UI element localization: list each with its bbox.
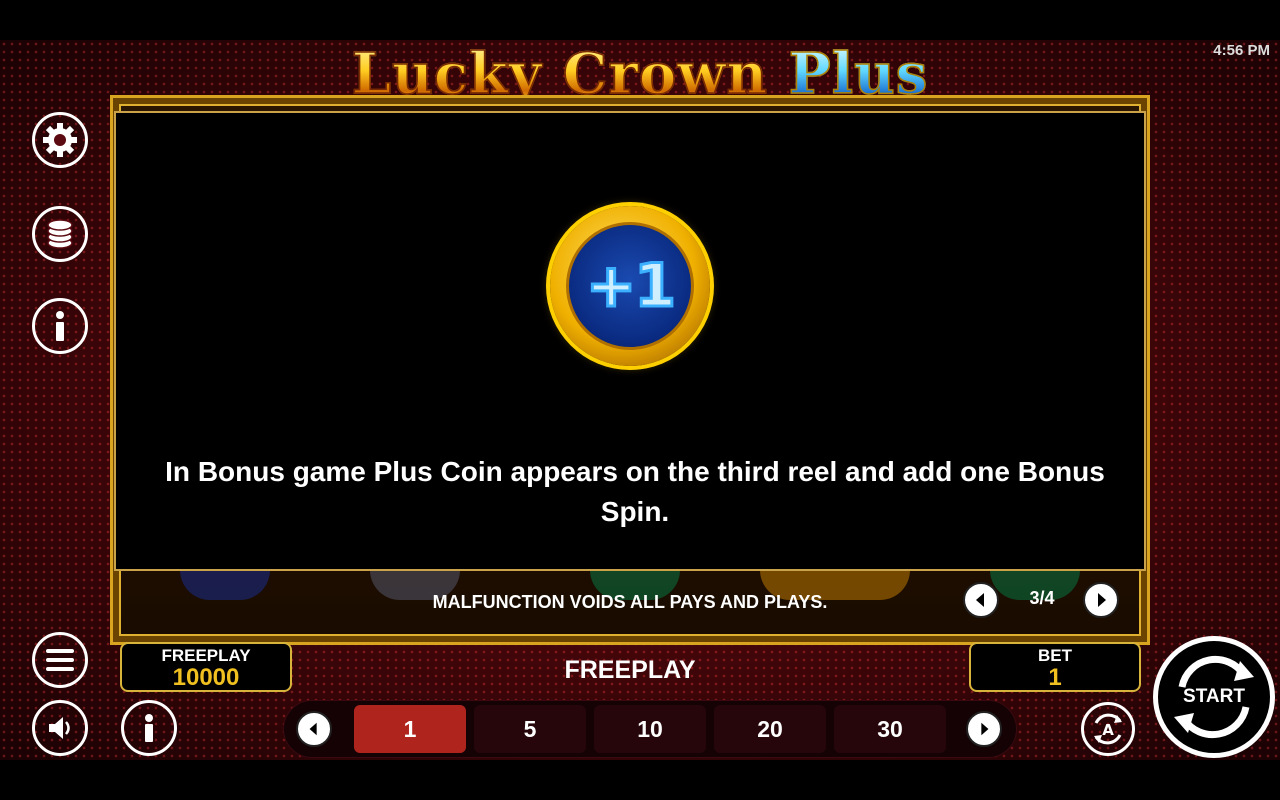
mode-label: FREEPLAY bbox=[564, 656, 696, 684]
info-side-button[interactable] bbox=[32, 298, 88, 354]
prev-page-button[interactable] bbox=[963, 582, 999, 618]
credit-box: FREEPLAY 10000 bbox=[120, 642, 292, 692]
chevron-right-icon bbox=[981, 722, 989, 736]
chevron-left-icon bbox=[309, 722, 317, 736]
credit-value: 10000 bbox=[172, 664, 240, 691]
bet-option-30[interactable]: 30 bbox=[834, 705, 946, 753]
bet-label: BET bbox=[1038, 646, 1072, 665]
bet-value: 1 bbox=[1048, 664, 1062, 691]
gear-icon bbox=[43, 123, 77, 157]
info-bottom-button[interactable] bbox=[121, 700, 177, 756]
plus-coin-face: +1 bbox=[566, 222, 694, 350]
info-icon bbox=[145, 714, 153, 742]
coin-stack-icon bbox=[47, 219, 73, 249]
sound-button[interactable] bbox=[32, 700, 88, 756]
bet-next-button[interactable] bbox=[966, 711, 1002, 747]
plus-coin-symbol: +1 bbox=[584, 250, 677, 323]
chevron-right-icon bbox=[1098, 593, 1106, 607]
coins-button[interactable] bbox=[32, 206, 88, 262]
info-description: In Bonus game Plus Coin appears on the t… bbox=[165, 456, 1105, 527]
autoplay-icon: A bbox=[1094, 713, 1122, 745]
malfunction-notice: MALFUNCTION VOIDS ALL PAYS AND PLAYS. bbox=[432, 592, 828, 612]
menu-button[interactable] bbox=[32, 632, 88, 688]
next-page-button[interactable] bbox=[1083, 582, 1119, 618]
bet-option-1[interactable]: 1 bbox=[354, 705, 466, 753]
settings-button[interactable] bbox=[32, 112, 88, 168]
info-icon bbox=[56, 311, 64, 341]
autoplay-button[interactable]: A bbox=[1081, 702, 1135, 756]
bet-box: BET 1 bbox=[969, 642, 1141, 692]
chevron-left-icon bbox=[976, 593, 984, 607]
start-button[interactable]: START bbox=[1153, 636, 1275, 758]
bet-prev-button[interactable] bbox=[296, 711, 332, 747]
speaker-icon bbox=[49, 717, 70, 739]
svg-text:A: A bbox=[1102, 721, 1114, 739]
start-label: START bbox=[1183, 686, 1245, 707]
bet-option-20[interactable]: 20 bbox=[714, 705, 826, 753]
credit-label: FREEPLAY bbox=[161, 646, 251, 665]
page-indicator: 3/4 bbox=[1029, 588, 1055, 608]
plus-coin-icon: +1 bbox=[550, 206, 710, 366]
status-clock: 4:56 PM bbox=[1213, 42, 1270, 59]
hamburger-menu-icon bbox=[46, 649, 74, 671]
bet-option-5[interactable]: 5 bbox=[474, 705, 586, 753]
bet-option-10[interactable]: 10 bbox=[594, 705, 706, 753]
